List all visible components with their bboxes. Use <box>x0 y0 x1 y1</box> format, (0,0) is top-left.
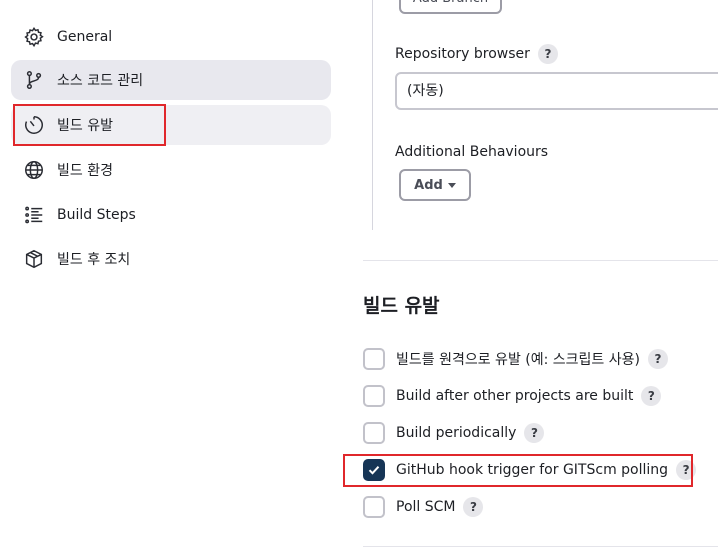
trigger-option-remote[interactable]: 빌드를 원격으로 유발 (예: 스크립트 사용) ? <box>363 348 668 370</box>
add-behaviour-button[interactable]: Add <box>399 169 471 201</box>
trigger-option-label: 빌드를 원격으로 유발 (예: 스크립트 사용) <box>396 352 640 368</box>
trigger-option-periodically[interactable]: Build periodically ? <box>363 422 545 444</box>
sidebar: General 소스 코드 관리 빌드 유발 빌드 환경 Build Steps… <box>0 0 340 549</box>
checkbox[interactable] <box>363 496 385 518</box>
sidebar-item-label: 빌드 후 조치 <box>57 252 131 268</box>
repository-browser-select[interactable]: (자동) <box>395 72 718 110</box>
trigger-option-label: Poll SCM <box>396 499 456 515</box>
help-icon[interactable]: ? <box>641 386 662 406</box>
trigger-option-label: Build after other projects are built <box>396 388 634 404</box>
sidebar-item-label: 빌드 환경 <box>57 163 113 179</box>
trigger-option-poll-scm[interactable]: Poll SCM ? <box>363 496 484 518</box>
section-divider <box>363 546 718 547</box>
checkbox[interactable] <box>363 422 385 444</box>
help-icon[interactable]: ? <box>524 423 545 443</box>
package-icon <box>23 248 45 270</box>
sidebar-item-post-build[interactable]: 빌드 후 조치 <box>11 239 331 279</box>
repository-browser-field: Repository browser ? <box>395 44 558 64</box>
sidebar-item-label: General <box>57 29 113 45</box>
help-icon[interactable]: ? <box>463 497 484 517</box>
section-title: 빌드 유발 <box>363 295 440 317</box>
add-button-label: Add <box>414 177 443 193</box>
caret-down-icon <box>447 182 456 188</box>
checkbox[interactable] <box>363 385 385 407</box>
section-divider <box>363 260 718 261</box>
trigger-option-label: Build periodically <box>396 425 517 441</box>
sidebar-item-label: Build Steps <box>57 207 136 223</box>
help-icon[interactable]: ? <box>537 44 558 64</box>
add-branch-button[interactable]: Add Branch <box>399 0 502 14</box>
gear-icon <box>23 26 45 48</box>
sidebar-item-general[interactable]: General <box>11 17 331 57</box>
sidebar-item-source-code[interactable]: 소스 코드 관리 <box>11 60 331 100</box>
branch-icon <box>23 69 45 91</box>
highlight-annotation <box>343 454 693 487</box>
highlight-annotation <box>13 104 166 146</box>
sidebar-item-label: 소스 코드 관리 <box>57 73 144 89</box>
sidebar-item-build-environment[interactable]: 빌드 환경 <box>11 150 331 190</box>
globe-icon <box>23 159 45 181</box>
help-icon[interactable]: ? <box>647 349 668 369</box>
trigger-option-after-other-projects[interactable]: Build after other projects are built ? <box>363 385 662 407</box>
additional-behaviours-label: Additional Behaviours <box>395 144 549 160</box>
checkbox[interactable] <box>363 348 385 370</box>
list-icon <box>23 204 45 226</box>
sidebar-item-build-steps[interactable]: Build Steps <box>11 195 331 235</box>
repository-browser-label: Repository browser <box>395 46 530 62</box>
